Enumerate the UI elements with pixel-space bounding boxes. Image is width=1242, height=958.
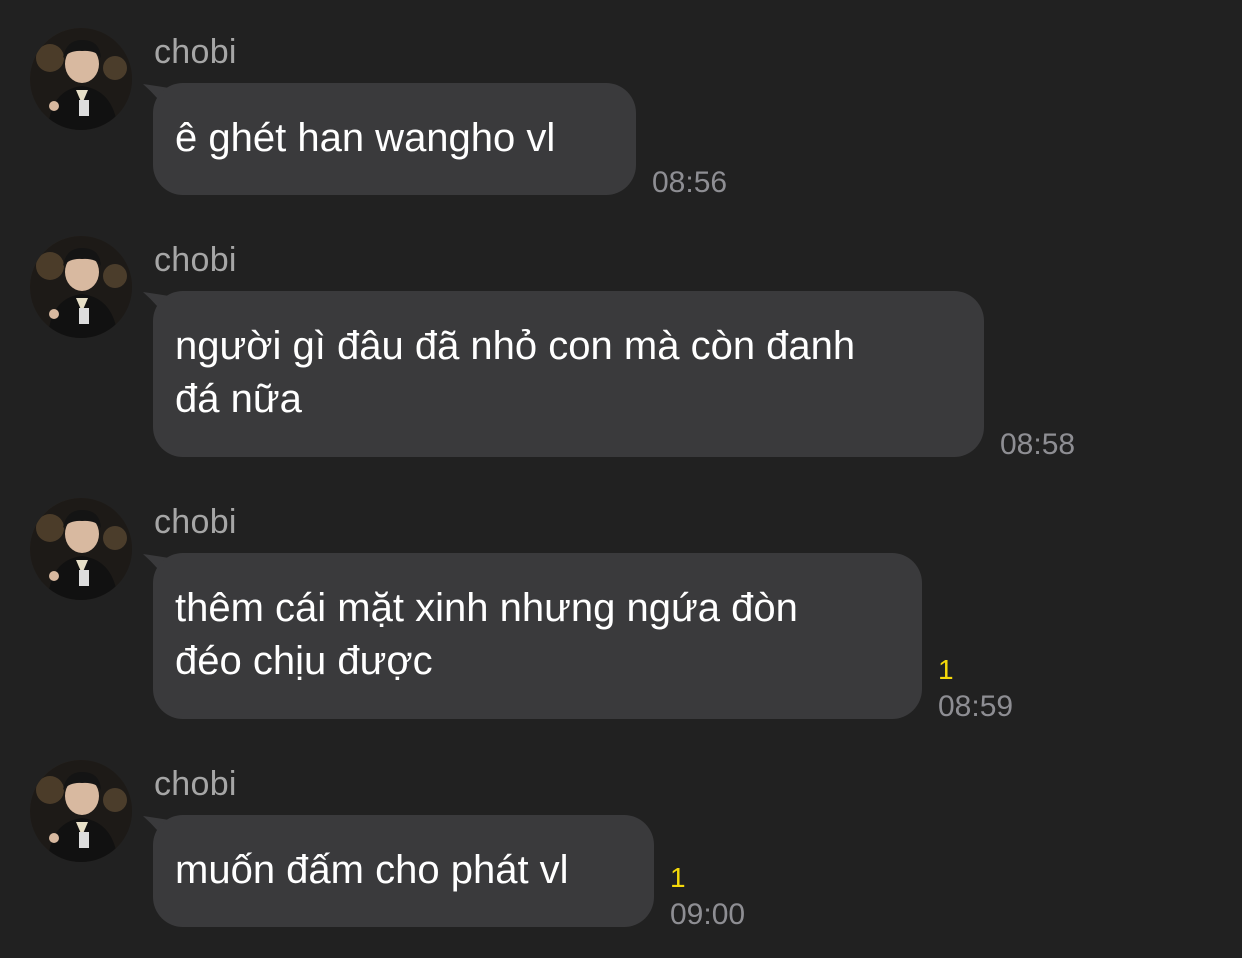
sender-name: chobi [154,33,237,71]
avatar-photo-icon [30,498,132,600]
avatar-photo-icon [30,28,132,130]
sender-name: chobi [154,241,237,279]
message-bubble[interactable]: muốn đấm cho phát vl [153,815,654,927]
avatar[interactable] [30,498,132,600]
message-time: 08:58 [1000,428,1076,461]
message-bubble[interactable]: người gì đâu đã nhỏ con mà còn đanh đá n… [153,291,984,457]
avatar[interactable] [30,760,132,862]
message-bubble[interactable]: thêm cái mặt xinh nhưng ngứa đòn đéo chị… [153,553,922,719]
message-time: 09:00 [670,898,746,931]
unread-count: 1 [938,654,954,685]
avatar[interactable] [30,236,132,338]
unread-count: 1 [670,862,686,893]
avatar-photo-icon [30,236,132,338]
message-time: 08:56 [652,166,728,199]
avatar-photo-icon [30,760,132,862]
message-bubble[interactable]: ê ghét han wangho vl [153,83,636,195]
sender-name: chobi [154,765,237,803]
avatar[interactable] [30,28,132,130]
message-time: 08:59 [938,690,1014,723]
sender-name: chobi [154,503,237,541]
